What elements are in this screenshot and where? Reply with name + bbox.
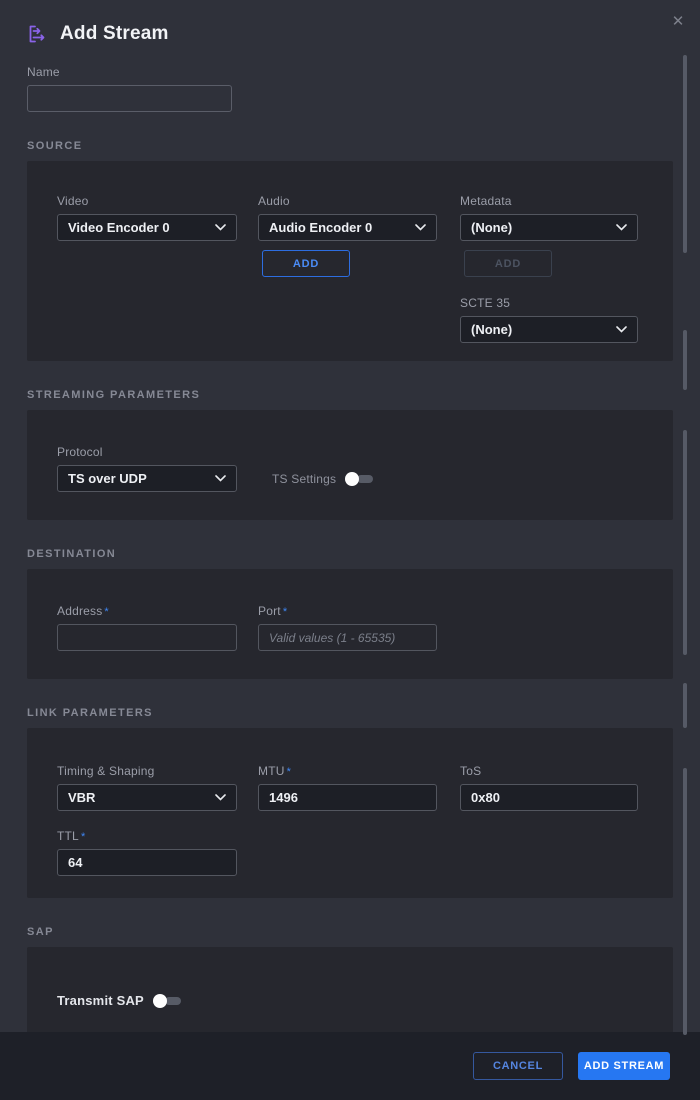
metadata-select[interactable]: (None)	[460, 214, 638, 241]
add-metadata-button-disabled: ADD	[464, 250, 552, 277]
required-asterisk: *	[104, 606, 108, 618]
chevron-down-icon	[215, 224, 226, 231]
link-panel: Timing & Shaping VBR MTU* ToS TTL*	[27, 728, 673, 898]
ttl-field: TTL*	[57, 829, 237, 876]
video-select[interactable]: Video Encoder 0	[57, 214, 237, 241]
add-stream-button[interactable]: ADD STREAM	[578, 1052, 670, 1080]
chevron-down-icon	[616, 224, 627, 231]
protocol-select[interactable]: TS over UDP	[57, 465, 237, 492]
destination-panel: Address* Port*	[27, 569, 673, 679]
audio-label: Audio	[258, 194, 437, 208]
timing-field: Timing & Shaping VBR	[57, 764, 237, 811]
scrollbar-thumb[interactable]	[683, 683, 687, 728]
protocol-label: Protocol	[57, 445, 237, 459]
streaming-section-title: STREAMING PARAMETERS	[0, 389, 700, 401]
dialog-title: Add Stream	[60, 23, 169, 45]
name-input[interactable]	[27, 85, 232, 112]
ttl-label: TTL*	[57, 829, 237, 843]
tos-input[interactable]	[460, 784, 638, 811]
transmit-sap-row: Transmit SAP	[57, 987, 643, 1014]
mtu-field: MTU*	[258, 764, 437, 811]
ts-settings-row: TS Settings	[272, 465, 375, 492]
timing-select[interactable]: VBR	[57, 784, 237, 811]
scte35-field: SCTE 35 (None)	[460, 296, 638, 343]
add-audio-button[interactable]: ADD	[262, 250, 350, 277]
required-asterisk: *	[81, 831, 85, 843]
source-panel: Video Video Encoder 0 Audio Audio Encode…	[27, 161, 673, 361]
dialog-header: Add Stream	[0, 0, 700, 45]
destination-section-title: DESTINATION	[0, 548, 700, 560]
port-field: Port*	[258, 604, 437, 651]
required-asterisk: *	[283, 606, 287, 618]
ttl-input[interactable]	[57, 849, 237, 876]
video-field: Video Video Encoder 0	[57, 194, 237, 343]
required-asterisk: *	[287, 766, 291, 778]
address-field: Address*	[57, 604, 237, 651]
scrollbar-thumb[interactable]	[683, 768, 687, 1035]
address-input[interactable]	[57, 624, 237, 651]
ts-settings-label: TS Settings	[272, 472, 336, 486]
tos-field: ToS	[460, 764, 638, 811]
video-label: Video	[57, 194, 237, 208]
cancel-button[interactable]: CANCEL	[473, 1052, 563, 1080]
port-label: Port*	[258, 604, 437, 618]
chevron-down-icon	[415, 224, 426, 231]
scrollbar-thumb[interactable]	[683, 330, 687, 390]
scrollbar-thumb[interactable]	[683, 55, 687, 253]
dialog-footer: CANCEL ADD STREAM	[0, 1032, 700, 1100]
metadata-label: Metadata	[460, 194, 638, 208]
chevron-down-icon	[215, 794, 226, 801]
sap-section-title: SAP	[0, 926, 700, 938]
stream-out-icon	[27, 23, 49, 45]
scte35-label: SCTE 35	[460, 296, 638, 310]
scrollbar-thumb[interactable]	[683, 430, 687, 655]
transmit-sap-toggle[interactable]	[153, 994, 183, 1008]
audio-select[interactable]: Audio Encoder 0	[258, 214, 437, 241]
name-field: Name	[0, 65, 260, 112]
tos-label: ToS	[460, 764, 638, 778]
streaming-panel: Protocol TS over UDP TS Settings	[27, 410, 673, 520]
timing-label: Timing & Shaping	[57, 764, 237, 778]
mtu-label: MTU*	[258, 764, 437, 778]
name-label: Name	[27, 65, 233, 79]
transmit-sap-label: Transmit SAP	[57, 993, 144, 1008]
port-input[interactable]	[258, 624, 437, 651]
chevron-down-icon	[215, 475, 226, 482]
link-section-title: LINK PARAMETERS	[0, 707, 700, 719]
add-stream-dialog: Add Stream ✕ Name SOURCE Video Video Enc…	[0, 0, 700, 1100]
address-label: Address*	[57, 604, 237, 618]
metadata-field: Metadata (None) ADD SCTE 35 (None)	[460, 194, 638, 343]
scte35-select[interactable]: (None)	[460, 316, 638, 343]
chevron-down-icon	[616, 326, 627, 333]
protocol-field: Protocol TS over UDP	[57, 445, 237, 492]
close-icon[interactable]: ✕	[668, 12, 688, 32]
source-section-title: SOURCE	[0, 140, 700, 152]
ts-settings-toggle[interactable]	[345, 472, 375, 486]
mtu-input[interactable]	[258, 784, 437, 811]
audio-field: Audio Audio Encoder 0 ADD	[258, 194, 437, 343]
